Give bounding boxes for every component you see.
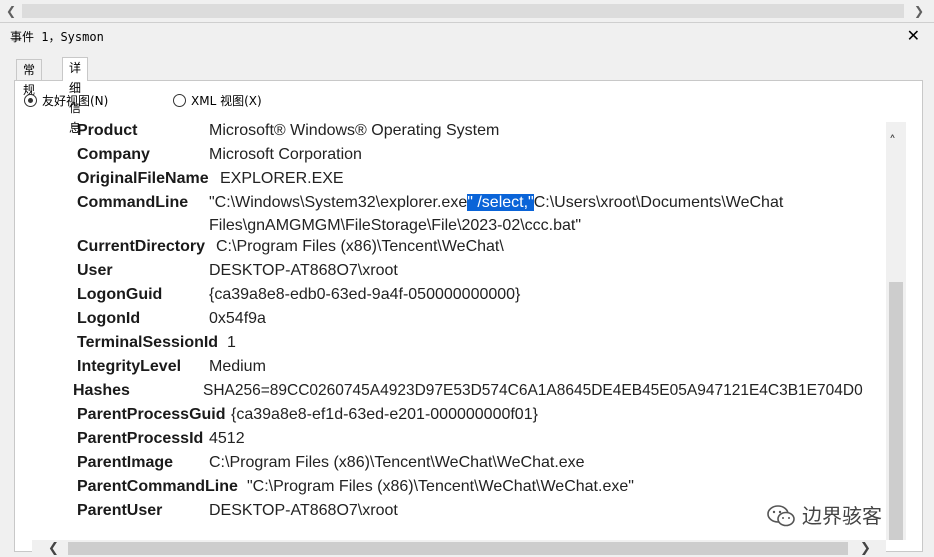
detail-value: {ca39a8e8-edb0-63ed-9a4f-050000000000} — [209, 286, 521, 303]
detail-key: CommandLine — [77, 194, 189, 211]
detail-key: TerminalSessionId — [77, 334, 219, 351]
detail-key: LogonId — [77, 310, 141, 327]
detail-row: ParentProcessId 4512 — [32, 430, 886, 454]
detail-row: LogonGuid {ca39a8e8-edb0-63ed-9a4f-05000… — [32, 286, 886, 310]
scroll-left-arrow-icon[interactable]: ❮ — [48, 540, 59, 557]
detail-value[interactable]: "C:\Windows\System32\explorer.exe" /sele… — [209, 194, 783, 212]
detail-key: ParentProcessGuid — [77, 406, 226, 423]
detail-key: User — [77, 262, 113, 279]
detail-key: IntegrityLevel — [77, 358, 182, 375]
detail-value: C:\Program Files (x86)\Tencent\WeChat\We… — [209, 454, 585, 471]
detail-value: "C:\Program Files (x86)\Tencent\WeChat\W… — [247, 478, 634, 495]
detail-key: ParentImage — [77, 454, 174, 471]
detail-value: Medium — [209, 358, 266, 375]
top-horizontal-scrollbar[interactable]: ❮ ❯ — [0, 0, 934, 23]
detail-row: Hashes SHA256=89CC0260745A4923D97E53D574… — [32, 382, 886, 406]
detail-row: Product Microsoft® Windows® Operating Sy… — [32, 122, 886, 146]
detail-row: OriginalFileName EXPLORER.EXE — [32, 170, 886, 194]
detail-key: ParentUser — [77, 502, 163, 519]
detail-row: CurrentDirectory C:\Program Files (x86)\… — [32, 238, 886, 262]
scroll-left-arrow-icon[interactable]: ❮ — [4, 3, 18, 19]
detail-key: Hashes — [73, 382, 130, 399]
detail-key: Product — [77, 122, 138, 139]
close-icon[interactable]: ✕ — [907, 25, 920, 47]
detail-value: Microsoft® Windows® Operating System — [209, 122, 500, 139]
wechat-icon — [767, 505, 795, 527]
detail-value: EXPLORER.EXE — [220, 170, 344, 187]
event-title-bar: 事件 1，Sysmon ✕ — [0, 25, 934, 47]
watermark-text: 边界骇客 — [802, 504, 882, 528]
detail-row: ParentUser DESKTOP-AT868O7\xroot — [32, 502, 886, 526]
detail-row: LogonId 0x54f9a — [32, 310, 886, 334]
event-details-list: Product Microsoft® Windows® Operating Sy… — [32, 122, 886, 540]
commandline-part: "C:\Windows\System32\explorer.exe — [209, 194, 468, 211]
detail-value: 4512 — [209, 430, 245, 447]
detail-value: 1 — [227, 334, 236, 351]
radio-unselected-icon[interactable] — [173, 94, 186, 107]
detail-value-continued: Files\gnAMGMGM\FileStorage\File\2023-02\… — [209, 217, 582, 234]
bottom-horizontal-scrollbar[interactable]: ❮ ❯ — [32, 540, 886, 557]
xml-view-label: XML 视图(X) — [191, 94, 262, 108]
vertical-scrollbar[interactable]: ˄ — [886, 122, 906, 540]
detail-value: C:\Program Files (x86)\Tencent\WeChat\ — [216, 238, 504, 255]
vertical-scroll-thumb[interactable] — [889, 282, 903, 540]
detail-value: {ca39a8e8-ef1d-63ed-e201-000000000f01} — [231, 406, 538, 423]
detail-key: OriginalFileName — [77, 170, 209, 187]
detail-value: DESKTOP-AT868O7\xroot — [209, 502, 398, 519]
scroll-up-arrow-icon[interactable]: ˄ — [889, 134, 896, 150]
friendly-view-radio[interactable]: 友好视图(N) — [24, 92, 108, 110]
watermark: 边界骇客 — [766, 500, 882, 532]
detail-row: ParentImage C:\Program Files (x86)\Tence… — [32, 454, 886, 478]
detail-row: ParentCommandLine "C:\Program Files (x86… — [32, 478, 886, 502]
scroll-right-arrow-icon[interactable]: ❯ — [912, 3, 926, 19]
detail-key: ParentProcessId — [77, 430, 204, 447]
xml-view-radio[interactable]: XML 视图(X) — [173, 92, 262, 110]
radio-selected-icon[interactable] — [24, 94, 37, 107]
horizontal-scroll-thumb[interactable] — [68, 542, 848, 555]
detail-value: SHA256=89CC0260745A4923D97E53D574C6A1A86… — [203, 382, 863, 399]
event-title: 事件 1，Sysmon — [10, 30, 104, 44]
detail-row: TerminalSessionId 1 — [32, 334, 886, 358]
detail-key: Company — [77, 146, 150, 163]
detail-row: User DESKTOP-AT868O7\xroot — [32, 262, 886, 286]
scroll-right-arrow-icon[interactable]: ❯ — [860, 540, 871, 557]
detail-value: Microsoft Corporation — [209, 146, 362, 163]
detail-value: DESKTOP-AT868O7\xroot — [209, 262, 398, 279]
detail-row: ParentProcessGuid {ca39a8e8-ef1d-63ed-e2… — [32, 406, 886, 430]
detail-key: ParentCommandLine — [77, 478, 238, 495]
tab-general[interactable]: 常规 — [16, 59, 43, 97]
detail-row: Company Microsoft Corporation — [32, 146, 886, 170]
scrollbar-track[interactable] — [22, 4, 904, 18]
detail-row: IntegrityLevel Medium — [32, 358, 886, 382]
detail-key: CurrentDirectory — [77, 238, 206, 255]
selected-text[interactable]: " /select," — [467, 194, 534, 211]
detail-value: 0x54f9a — [209, 310, 266, 327]
commandline-part: C:\Users\xroot\Documents\WeChat — [533, 194, 784, 211]
tab-details[interactable]: 详细信息 — [62, 57, 89, 135]
detail-row: CommandLine "C:\Windows\System32\explore… — [32, 194, 886, 240]
detail-key: LogonGuid — [77, 286, 163, 303]
